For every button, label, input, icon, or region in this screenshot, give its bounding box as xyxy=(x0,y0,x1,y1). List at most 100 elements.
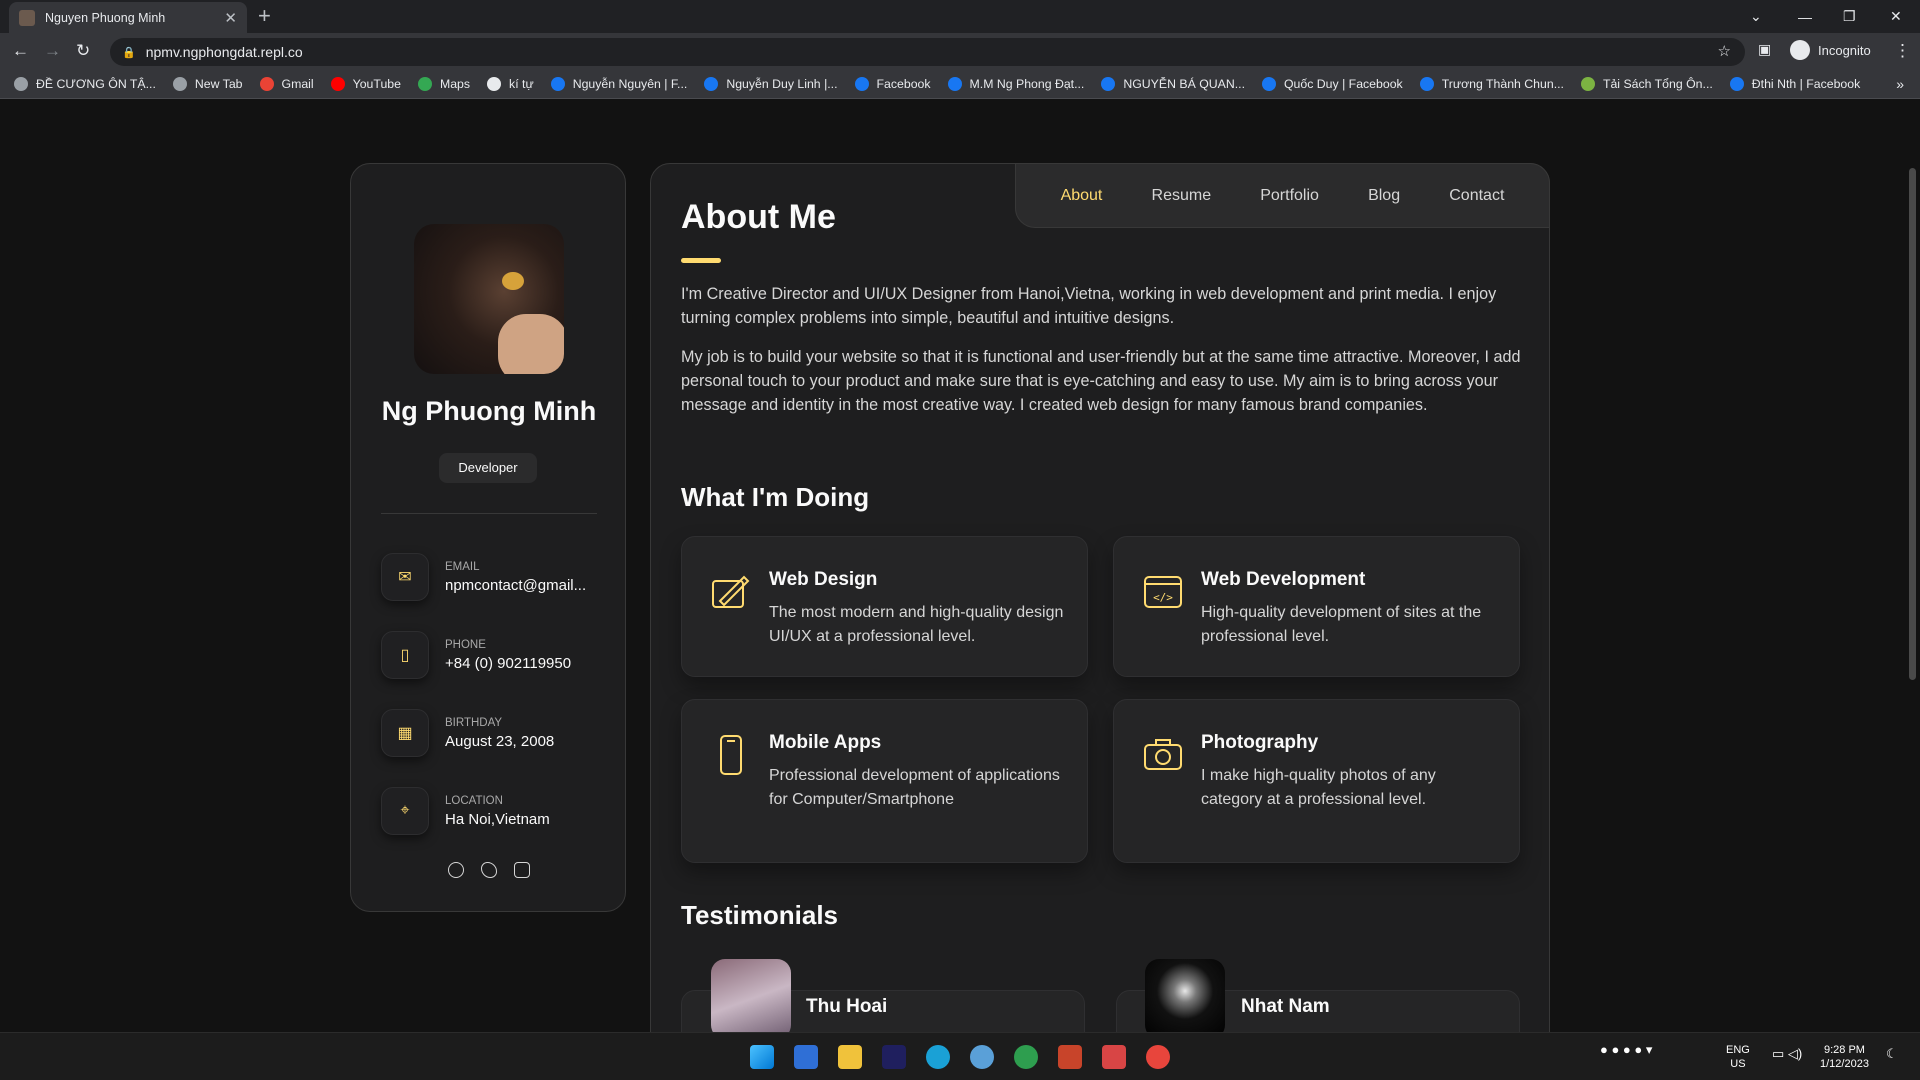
bookmark-label: Tải Sách Tổng Ôn... xyxy=(1602,77,1713,91)
bookmark-item[interactable]: YouTube xyxy=(330,77,401,91)
nav-contact[interactable]: Contact xyxy=(1449,187,1504,205)
address-bar[interactable]: 🔒 npmv.ngphongdat.repl.co ☆ xyxy=(110,38,1745,66)
contact-location: ⌖ Location Ha Noi,Vietnam xyxy=(381,787,550,835)
role-badge: Developer xyxy=(439,453,537,483)
page-viewport: Ng Phuong Minh Developer ✉ Email npmconta… xyxy=(0,100,1920,1032)
location-pin-icon: ⌖ xyxy=(381,787,429,835)
tray-icons[interactable]: ● ● ● ● ▾ xyxy=(1600,1043,1652,1057)
bookmark-item[interactable]: ĐỀ CƯƠNG ÔN TẬ... xyxy=(14,77,156,91)
close-tab-icon[interactable]: ✕ xyxy=(224,9,237,27)
code-icon: </> xyxy=(1144,576,1182,608)
bookmark-label: Gmail xyxy=(281,77,314,91)
bookmark-item[interactable]: Trương Thành Chun... xyxy=(1419,77,1564,91)
nav-portfolio[interactable]: Portfolio xyxy=(1260,187,1319,205)
service-title: Mobile Apps xyxy=(769,732,882,753)
bookmark-item[interactable]: kí tự xyxy=(487,77,534,91)
bookmark-item[interactable]: Tải Sách Tổng Ôn... xyxy=(1580,77,1713,91)
email-link[interactable]: npmcontact@gmail... xyxy=(445,577,586,594)
bookmark-item[interactable]: Đthi Nth | Facebook xyxy=(1729,77,1860,91)
bookmark-favicon-icon xyxy=(854,77,869,91)
side-panel-icon[interactable]: ▣ xyxy=(1758,41,1771,58)
testimonial-name: Nhat Nam xyxy=(1241,996,1330,1017)
browser-tab-bar: Nguyen Phuong Minh ✕ + ⌄ — ❐ ✕ xyxy=(0,0,1920,33)
after-effects-icon[interactable] xyxy=(882,1045,906,1069)
bookmark-item[interactable]: New Tab xyxy=(172,77,243,91)
contact-label: Phone xyxy=(445,638,486,651)
about-paragraph-1: I'm Creative Director and UI/UX Designer… xyxy=(681,285,1497,327)
app-icon[interactable] xyxy=(1102,1045,1126,1069)
scrollbar[interactable] xyxy=(1909,168,1916,680)
services-title: What I'm Doing xyxy=(681,482,870,512)
instagram-icon[interactable] xyxy=(514,862,530,878)
design-icon xyxy=(712,575,750,608)
nav-resume[interactable]: Resume xyxy=(1152,187,1212,205)
bookmark-label: Trương Thành Chun... xyxy=(1441,77,1564,91)
bookmark-item[interactable]: NGUYỄN BÁ QUAN... xyxy=(1101,77,1245,91)
back-icon[interactable]: ← xyxy=(12,41,29,61)
main-navbar: About Resume Portfolio Blog Contact xyxy=(1015,163,1550,228)
service-title: Photography xyxy=(1201,732,1319,753)
service-card-mobile-apps: Mobile Apps Professional development of … xyxy=(681,699,1088,863)
bookmark-label: M.M Ng Phong Đạt... xyxy=(969,77,1085,91)
restore-button[interactable]: ❐ xyxy=(1843,0,1856,33)
bookmarks-overflow-icon[interactable]: » xyxy=(1896,76,1904,92)
bookmarks-bar: ĐỀ CƯƠNG ÔN TẬ... New Tab Gmail YouTube Maps… xyxy=(0,70,1920,99)
facebook-icon[interactable] xyxy=(448,862,464,878)
bookmark-item[interactable]: M.M Ng Phong Đạt... xyxy=(947,77,1085,91)
edge-icon[interactable] xyxy=(926,1045,950,1069)
bookmark-favicon-icon xyxy=(14,77,28,91)
bookmark-item[interactable]: Facebook xyxy=(854,77,931,91)
avatar xyxy=(711,959,791,1032)
menu-icon[interactable]: ⋮ xyxy=(1894,41,1911,61)
twitter-icon[interactable] xyxy=(481,862,497,878)
incognito-indicator[interactable]: Incognito xyxy=(1790,40,1871,60)
bookmark-item[interactable]: Gmail xyxy=(259,77,314,91)
minimize-button[interactable]: — xyxy=(1798,0,1812,33)
winrar-icon[interactable] xyxy=(1058,1045,1082,1069)
bookmark-favicon-icon xyxy=(704,77,719,91)
bookmark-label: New Tab xyxy=(194,77,243,91)
service-title: Web Development xyxy=(1201,569,1366,590)
incognito-icon xyxy=(1790,40,1810,60)
bookmark-label: ĐỀ CƯƠNG ÔN TẬ... xyxy=(36,77,156,91)
chrome-profile-icon[interactable] xyxy=(1014,1045,1038,1069)
bookmark-favicon-icon xyxy=(1419,77,1434,91)
incognito-label: Incognito xyxy=(1818,42,1871,58)
avatar xyxy=(1145,959,1225,1032)
file-explorer-icon[interactable] xyxy=(838,1045,862,1069)
language-indicator[interactable]: ENG US xyxy=(1726,1043,1750,1071)
network-volume-icon[interactable]: ▭ ◁) xyxy=(1772,1047,1802,1061)
bookmark-item[interactable]: Quốc Duy | Facebook xyxy=(1261,77,1403,91)
clock[interactable]: 9:28 PM 1/12/2023 xyxy=(1820,1043,1869,1071)
nav-blog[interactable]: Blog xyxy=(1368,187,1400,205)
bookmark-label: NGUYỄN BÁ QUAN... xyxy=(1123,77,1245,91)
about-paragraph-2: My job is to build your website so that … xyxy=(681,348,1521,414)
chrome-icon[interactable] xyxy=(1146,1045,1170,1069)
star-icon[interactable]: ☆ xyxy=(1718,42,1731,60)
bookmark-item[interactable]: Nguyễn Duy Linh |... xyxy=(704,77,838,91)
new-tab-button[interactable]: + xyxy=(258,4,271,28)
forward-icon[interactable]: → xyxy=(44,41,61,61)
phone-link[interactable]: +84 (0) 902119950 xyxy=(445,655,571,672)
app-icon[interactable] xyxy=(970,1045,994,1069)
bookmark-label: kí tự xyxy=(509,77,534,91)
bookmark-item[interactable]: Maps xyxy=(417,77,471,91)
url-text: npmv.ngphongdat.repl.co xyxy=(145,44,303,60)
store-icon[interactable] xyxy=(794,1045,818,1069)
service-title: Web Design xyxy=(769,569,878,590)
tab-search-icon[interactable]: ⌄ xyxy=(1750,0,1762,33)
favicon-icon xyxy=(19,9,35,26)
browser-tab[interactable]: Nguyen Phuong Minh ✕ xyxy=(9,2,247,33)
nav-about[interactable]: About xyxy=(1061,187,1103,205)
bookmark-label: Maps xyxy=(439,77,471,91)
close-window-button[interactable]: ✕ xyxy=(1890,0,1902,33)
notification-icon[interactable]: ☾ xyxy=(1886,1047,1898,1061)
bookmark-item[interactable]: Nguyễn Nguyên | F... xyxy=(550,77,688,91)
start-icon[interactable] xyxy=(750,1045,774,1069)
profile-name: Ng Phuong Minh xyxy=(381,396,597,426)
service-desc: High-quality development of sites at the… xyxy=(1201,604,1482,645)
svg-text:</>: </> xyxy=(1153,591,1173,604)
bookmark-label: Nguyễn Nguyên | F... xyxy=(572,77,688,91)
reload-icon[interactable]: ↻ xyxy=(76,41,90,61)
browser-toolbar: ← → ↻ 🔒 npmv.ngphongdat.repl.co ☆ ▣ Inco… xyxy=(0,33,1920,70)
